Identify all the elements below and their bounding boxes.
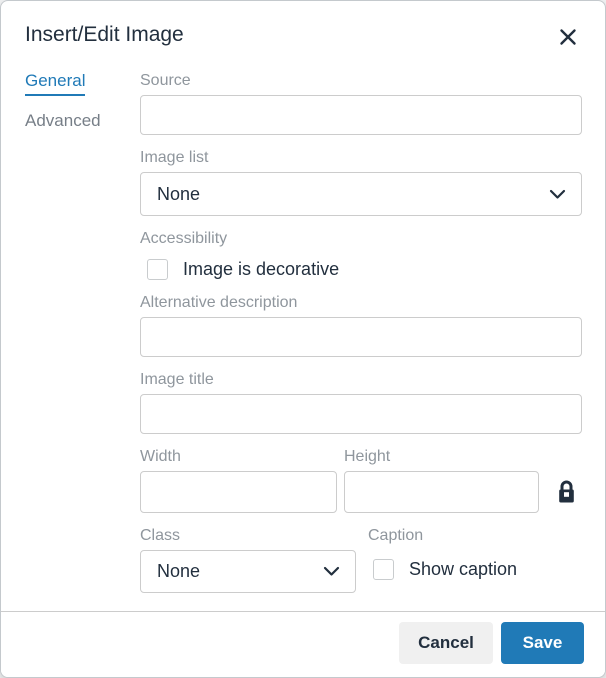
- caption-field-group: Caption Show caption: [368, 526, 582, 580]
- width-input[interactable]: [140, 471, 337, 513]
- class-field-group: Class None: [140, 526, 356, 593]
- image-list-label: Image list: [140, 148, 582, 167]
- dialog-body: General Advanced Source Image list None: [1, 60, 605, 611]
- class-selected-value: None: [157, 561, 200, 582]
- general-form: Source Image list None Accessibility I: [140, 68, 582, 611]
- show-caption-checkbox-row: Show caption: [373, 559, 582, 580]
- source-input[interactable]: [140, 95, 582, 135]
- cancel-button[interactable]: Cancel: [399, 622, 493, 664]
- constrain-proportions-button[interactable]: [554, 477, 579, 507]
- image-title-input[interactable]: [140, 394, 582, 434]
- image-list-select[interactable]: None: [140, 172, 582, 216]
- width-field-group: Width: [140, 447, 337, 513]
- accessibility-group: Accessibility Image is decorative: [140, 229, 582, 280]
- show-caption-checkbox[interactable]: [373, 559, 394, 580]
- image-is-decorative-checkbox[interactable]: [147, 259, 168, 280]
- image-title-label: Image title: [140, 370, 582, 389]
- tab-advanced[interactable]: Advanced: [25, 111, 140, 134]
- height-field-group: Height: [344, 447, 539, 513]
- tab-general[interactable]: General: [25, 71, 140, 96]
- page-title: Insert/Edit Image: [25, 22, 184, 48]
- show-caption-label[interactable]: Show caption: [409, 559, 517, 580]
- height-label: Height: [344, 447, 539, 466]
- image-list-field-group: Image list None: [140, 148, 582, 216]
- caption-label: Caption: [368, 526, 582, 545]
- image-title-field-group: Image title: [140, 370, 582, 434]
- source-label: Source: [140, 71, 582, 90]
- tab-nav: General Advanced: [25, 68, 140, 611]
- tab-general-label: General: [25, 71, 85, 96]
- lock-icon: [556, 479, 577, 505]
- close-button[interactable]: [555, 24, 581, 50]
- close-icon: [559, 28, 577, 46]
- image-is-decorative-label[interactable]: Image is decorative: [183, 259, 339, 280]
- height-input[interactable]: [344, 471, 539, 513]
- accessibility-label: Accessibility: [140, 229, 582, 248]
- alt-description-label: Alternative description: [140, 293, 582, 312]
- class-caption-row: Class None Caption Show caption: [140, 526, 582, 593]
- chevron-down-icon: [323, 566, 340, 577]
- chevron-down-icon: [549, 189, 566, 200]
- dimensions-row: Width Height: [140, 447, 582, 513]
- alt-description-input[interactable]: [140, 317, 582, 357]
- image-list-selected-value: None: [157, 184, 200, 205]
- insert-edit-image-dialog: Insert/Edit Image General Advanced Sourc…: [0, 0, 606, 678]
- tab-advanced-label: Advanced: [25, 111, 101, 134]
- alt-description-field-group: Alternative description: [140, 293, 582, 357]
- class-label: Class: [140, 526, 356, 545]
- save-button[interactable]: Save: [501, 622, 584, 664]
- class-select[interactable]: None: [140, 550, 356, 593]
- decorative-checkbox-row: Image is decorative: [147, 259, 582, 280]
- width-label: Width: [140, 447, 337, 466]
- source-field-group: Source: [140, 71, 582, 135]
- dialog-footer: Cancel Save: [1, 611, 605, 677]
- constrain-proportions-wrap: [539, 471, 582, 513]
- dialog-header: Insert/Edit Image: [1, 1, 605, 60]
